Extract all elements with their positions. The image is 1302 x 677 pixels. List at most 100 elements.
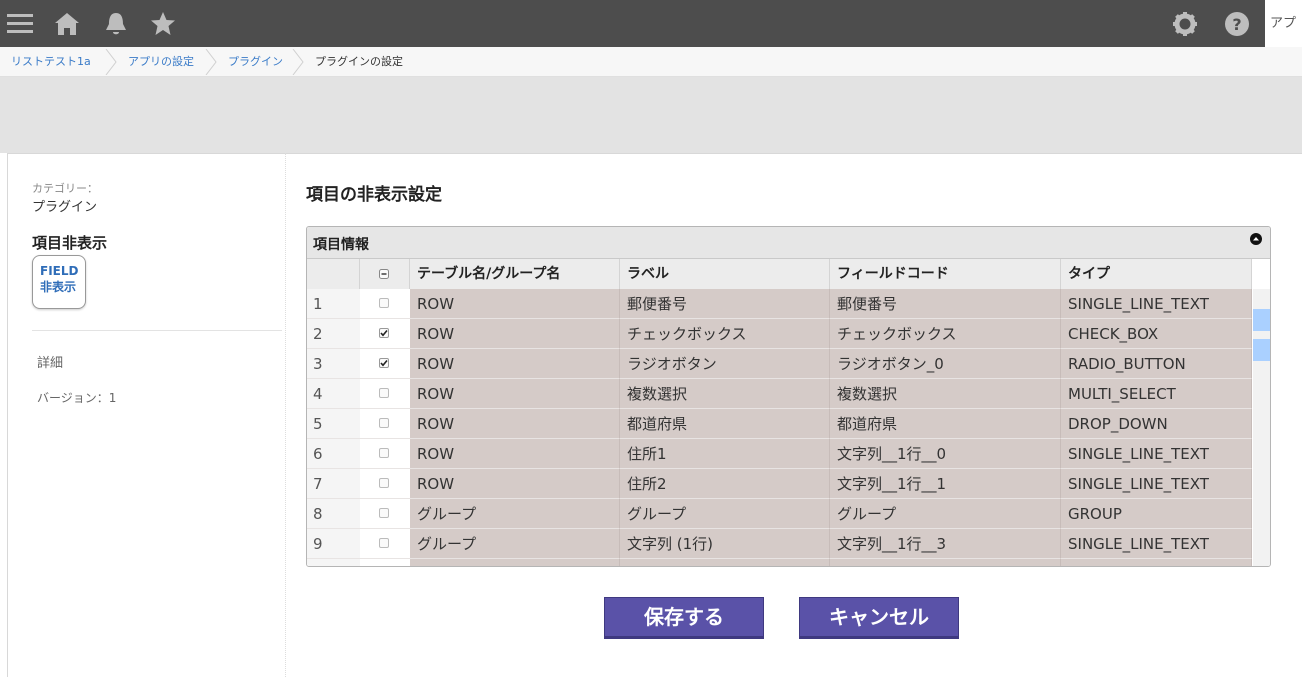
column-header-type[interactable]: タイプ (1061, 259, 1252, 289)
category-label: カテゴリー： (32, 182, 98, 195)
table-row[interactable]: 2 ROW チェックボックス チェックボックス CHECK_BOX (307, 319, 1252, 349)
column-header-group[interactable]: テーブル名/グループ名 (410, 259, 620, 289)
plugin-icon-line1: FIELD (40, 264, 79, 278)
table-row[interactable]: 1 ROW 郵便番号 郵便番号 SINGLE_LINE_TEXT (307, 289, 1252, 319)
cancel-button[interactable]: キャンセル (799, 597, 959, 637)
hide-checkbox[interactable] (379, 478, 389, 488)
hide-checkbox[interactable] (379, 298, 389, 308)
table-scrollbar[interactable] (1253, 289, 1270, 566)
group-cell: ROW (410, 319, 620, 349)
row-number: 9 (307, 529, 360, 559)
table-row[interactable]: 3 ROW ラジオボタン ラジオボタン_0 RADIO_BUTTON (307, 349, 1252, 379)
code-cell: 文字列__1行__3 (830, 529, 1061, 559)
label-cell: 都道府県 (620, 409, 830, 439)
detail-link[interactable]: 詳細 (37, 352, 63, 371)
table-row[interactable]: 8 グループ グループ グループ GROUP (307, 499, 1252, 529)
hide-checkbox[interactable] (379, 388, 389, 398)
hide-checkbox[interactable] (379, 538, 389, 548)
breadcrumb-app-settings[interactable]: アプリの設定 (128, 47, 194, 76)
type-cell: SINGLE_LINE_TEXT (1061, 529, 1252, 559)
label-cell: 住所2 (620, 469, 830, 499)
hide-checkbox[interactable] (379, 448, 389, 458)
group-cell: ROW (410, 289, 620, 319)
hide-checkbox[interactable] (379, 418, 389, 428)
table-row[interactable]: 5 ROW 都道府県 都道府県 DROP_DOWN (307, 409, 1252, 439)
category-value: プラグイン (32, 200, 98, 215)
sidebar-divider (32, 330, 282, 331)
page-title: 項目の非表示設定 (306, 185, 442, 205)
home-icon[interactable] (52, 9, 82, 39)
table-row-partial (307, 559, 1252, 566)
group-cell: ROW (410, 439, 620, 469)
label-cell: 住所1 (620, 439, 830, 469)
bell-icon[interactable] (101, 9, 131, 39)
top-nav-bar: ? アプ (0, 0, 1302, 47)
code-cell: チェックボックス (830, 319, 1061, 349)
code-cell: 文字列__1行__1 (830, 469, 1061, 499)
table-row[interactable]: 6 ROW 住所1 文字列__1行__0 SINGLE_LINE_TEXT (307, 439, 1252, 469)
column-header-code[interactable]: フィールドコード (830, 259, 1061, 289)
breadcrumb: リストテスト1a アプリの設定 プラグイン プラグインの設定 (0, 47, 1302, 77)
code-cell (830, 559, 1061, 566)
breadcrumb-app[interactable]: リストテスト1a (11, 47, 91, 76)
type-cell: SINGLE_LINE_TEXT (1061, 469, 1252, 499)
table-row[interactable]: 4 ROW 複数選択 複数選択 MULTI_SELECT (307, 379, 1252, 409)
group-cell: グループ (410, 499, 620, 529)
hide-checkbox[interactable] (379, 508, 389, 518)
group-cell (410, 559, 620, 566)
breadcrumb-plugins[interactable]: プラグイン (228, 47, 283, 76)
row-checkbox-cell[interactable] (360, 289, 410, 319)
type-cell: SINGLE_LINE_TEXT (1061, 439, 1252, 469)
row-number: 2 (307, 319, 360, 349)
collapse-icon[interactable] (1250, 233, 1262, 245)
plugin-name: 項目非表示 (32, 234, 108, 252)
row-checkbox-cell (360, 559, 410, 566)
help-icon[interactable]: ? (1222, 9, 1252, 39)
type-cell: GROUP (1061, 499, 1252, 529)
breadcrumb-separator (205, 49, 217, 75)
menu-icon[interactable] (5, 9, 35, 39)
hide-checkbox[interactable] (379, 358, 389, 368)
field-info-panel: 項目情報 テーブル名/グループ名 ラベル フィールドコード タイプ 1 ROW … (306, 226, 1271, 567)
row-checkbox-cell[interactable] (360, 499, 410, 529)
table-row[interactable]: 7 ROW 住所2 文字列__1行__1 SINGLE_LINE_TEXT (307, 469, 1252, 499)
version-label: バージョン：1 (37, 391, 117, 405)
code-cell: 複数選択 (830, 379, 1061, 409)
row-checkbox-cell[interactable] (360, 319, 410, 349)
row-checkbox-cell[interactable] (360, 469, 410, 499)
column-header-label[interactable]: ラベル (620, 259, 830, 289)
select-all-checkbox[interactable] (379, 269, 389, 279)
code-cell: 文字列__1行__0 (830, 439, 1061, 469)
table-row[interactable]: 9 グループ 文字列 (1行) 文字列__1行__3 SINGLE_LINE_T… (307, 529, 1252, 559)
type-cell (1061, 559, 1252, 566)
breadcrumb-separator (292, 49, 304, 75)
breadcrumb-separator (105, 49, 117, 75)
row-checkbox-cell[interactable] (360, 409, 410, 439)
column-header-number (307, 259, 360, 289)
row-checkbox-cell[interactable] (360, 439, 410, 469)
star-icon[interactable] (148, 9, 178, 39)
label-cell: グループ (620, 499, 830, 529)
hide-checkbox[interactable] (379, 328, 389, 338)
label-cell: 郵便番号 (620, 289, 830, 319)
label-cell: ラジオボタン (620, 349, 830, 379)
gear-icon[interactable] (1170, 9, 1200, 39)
save-button[interactable]: 保存する (604, 597, 764, 637)
type-cell: CHECK_BOX (1061, 319, 1252, 349)
plugin-icon: FIELD 非表示 (32, 255, 86, 309)
breadcrumb-current: プラグインの設定 (315, 55, 403, 68)
group-cell: ROW (410, 409, 620, 439)
app-switch-tab[interactable]: アプ (1265, 0, 1302, 47)
row-checkbox-cell[interactable] (360, 379, 410, 409)
row-checkbox-cell[interactable] (360, 529, 410, 559)
row-number: 5 (307, 409, 360, 439)
row-checkbox-cell[interactable] (360, 349, 410, 379)
header-band (0, 77, 1302, 153)
type-cell: RADIO_BUTTON (1061, 349, 1252, 379)
group-cell: グループ (410, 529, 620, 559)
code-cell: 都道府県 (830, 409, 1061, 439)
column-header-select-all[interactable] (360, 259, 410, 289)
scroll-marker (1253, 339, 1270, 361)
code-cell: グループ (830, 499, 1061, 529)
code-cell: 郵便番号 (830, 289, 1061, 319)
